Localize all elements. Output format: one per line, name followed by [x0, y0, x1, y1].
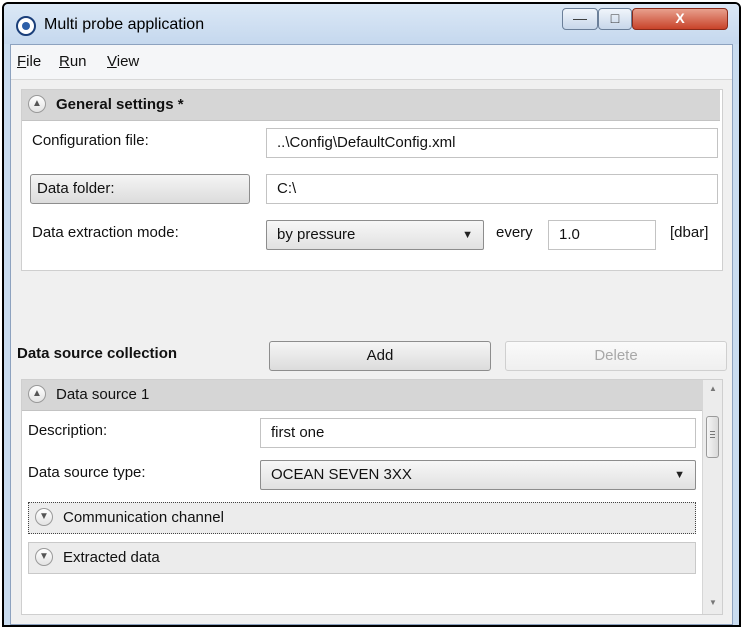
- data-folder-input[interactable]: C:\: [266, 174, 718, 204]
- add-button[interactable]: Add: [269, 341, 491, 371]
- minimize-button[interactable]: —: [562, 8, 598, 30]
- menu-view[interactable]: View: [107, 53, 139, 70]
- communication-channel-label: Communication channel: [63, 509, 224, 526]
- extracted-data-expander[interactable]: ▼ Extracted data: [28, 542, 696, 574]
- data-source-collection-panel: Data source collection Add Delete ▲ Data…: [17, 335, 727, 617]
- description-input[interactable]: first one: [260, 418, 696, 448]
- data-source-type-label: Data source type:: [28, 464, 146, 481]
- data-source-list: ▲ Data source 1 Description: first one D…: [21, 379, 723, 615]
- extraction-mode-label: Data extraction mode:: [32, 224, 179, 241]
- configuration-file-input[interactable]: ..\Config\DefaultConfig.xml: [266, 128, 718, 158]
- chevron-up-icon[interactable]: ▲: [28, 385, 46, 403]
- dropdown-arrow-icon: ▼: [674, 469, 685, 481]
- data-source-type-select[interactable]: OCEAN SEVEN 3XX ▼: [260, 460, 696, 490]
- app-window: Multi probe application — □ X File Run V…: [2, 2, 741, 627]
- chevron-down-icon[interactable]: ▼: [35, 548, 53, 566]
- configuration-file-label: Configuration file:: [32, 132, 149, 149]
- menu-file[interactable]: File: [17, 53, 41, 70]
- data-source-collection-title: Data source collection: [17, 345, 178, 362]
- client-area: File Run View ▲ General settings * Confi…: [10, 44, 733, 625]
- maximize-button[interactable]: □: [598, 8, 632, 30]
- data-folder-button[interactable]: Data folder:: [30, 174, 250, 204]
- unit-label: [dbar]: [670, 224, 709, 241]
- scrollbar-thumb[interactable]: [706, 416, 719, 458]
- app-icon: [16, 16, 36, 36]
- chevron-up-icon[interactable]: ▲: [28, 95, 46, 113]
- general-settings-title: General settings *: [56, 96, 184, 113]
- every-input[interactable]: 1.0: [548, 220, 656, 250]
- grip-icon: [710, 431, 715, 432]
- data-source-header[interactable]: ▲ Data source 1: [22, 380, 702, 411]
- dropdown-arrow-icon: ▼: [462, 229, 473, 241]
- chevron-down-icon[interactable]: ▼: [35, 508, 53, 526]
- communication-channel-expander[interactable]: ▼ Communication channel: [28, 502, 696, 534]
- menu-run[interactable]: Run: [59, 53, 87, 70]
- delete-button: Delete: [505, 341, 727, 371]
- every-label: every: [496, 224, 533, 241]
- general-settings-header[interactable]: ▲ General settings *: [22, 90, 720, 121]
- data-source-title: Data source 1: [56, 386, 150, 403]
- window-title: Multi probe application: [44, 16, 205, 33]
- menu-bar: File Run View: [11, 45, 732, 80]
- scroll-down-icon[interactable]: ▼: [706, 596, 720, 610]
- extracted-data-label: Extracted data: [63, 549, 160, 566]
- general-settings-panel: ▲ General settings * Configuration file:…: [21, 89, 723, 271]
- scroll-up-icon[interactable]: ▲: [706, 382, 720, 396]
- description-label: Description:: [28, 422, 108, 439]
- extraction-mode-select[interactable]: by pressure ▼: [266, 220, 484, 250]
- title-bar[interactable]: Multi probe application — □ X: [4, 4, 739, 44]
- close-button[interactable]: X: [632, 8, 728, 30]
- vertical-scrollbar[interactable]: ▲ ▼: [702, 380, 722, 614]
